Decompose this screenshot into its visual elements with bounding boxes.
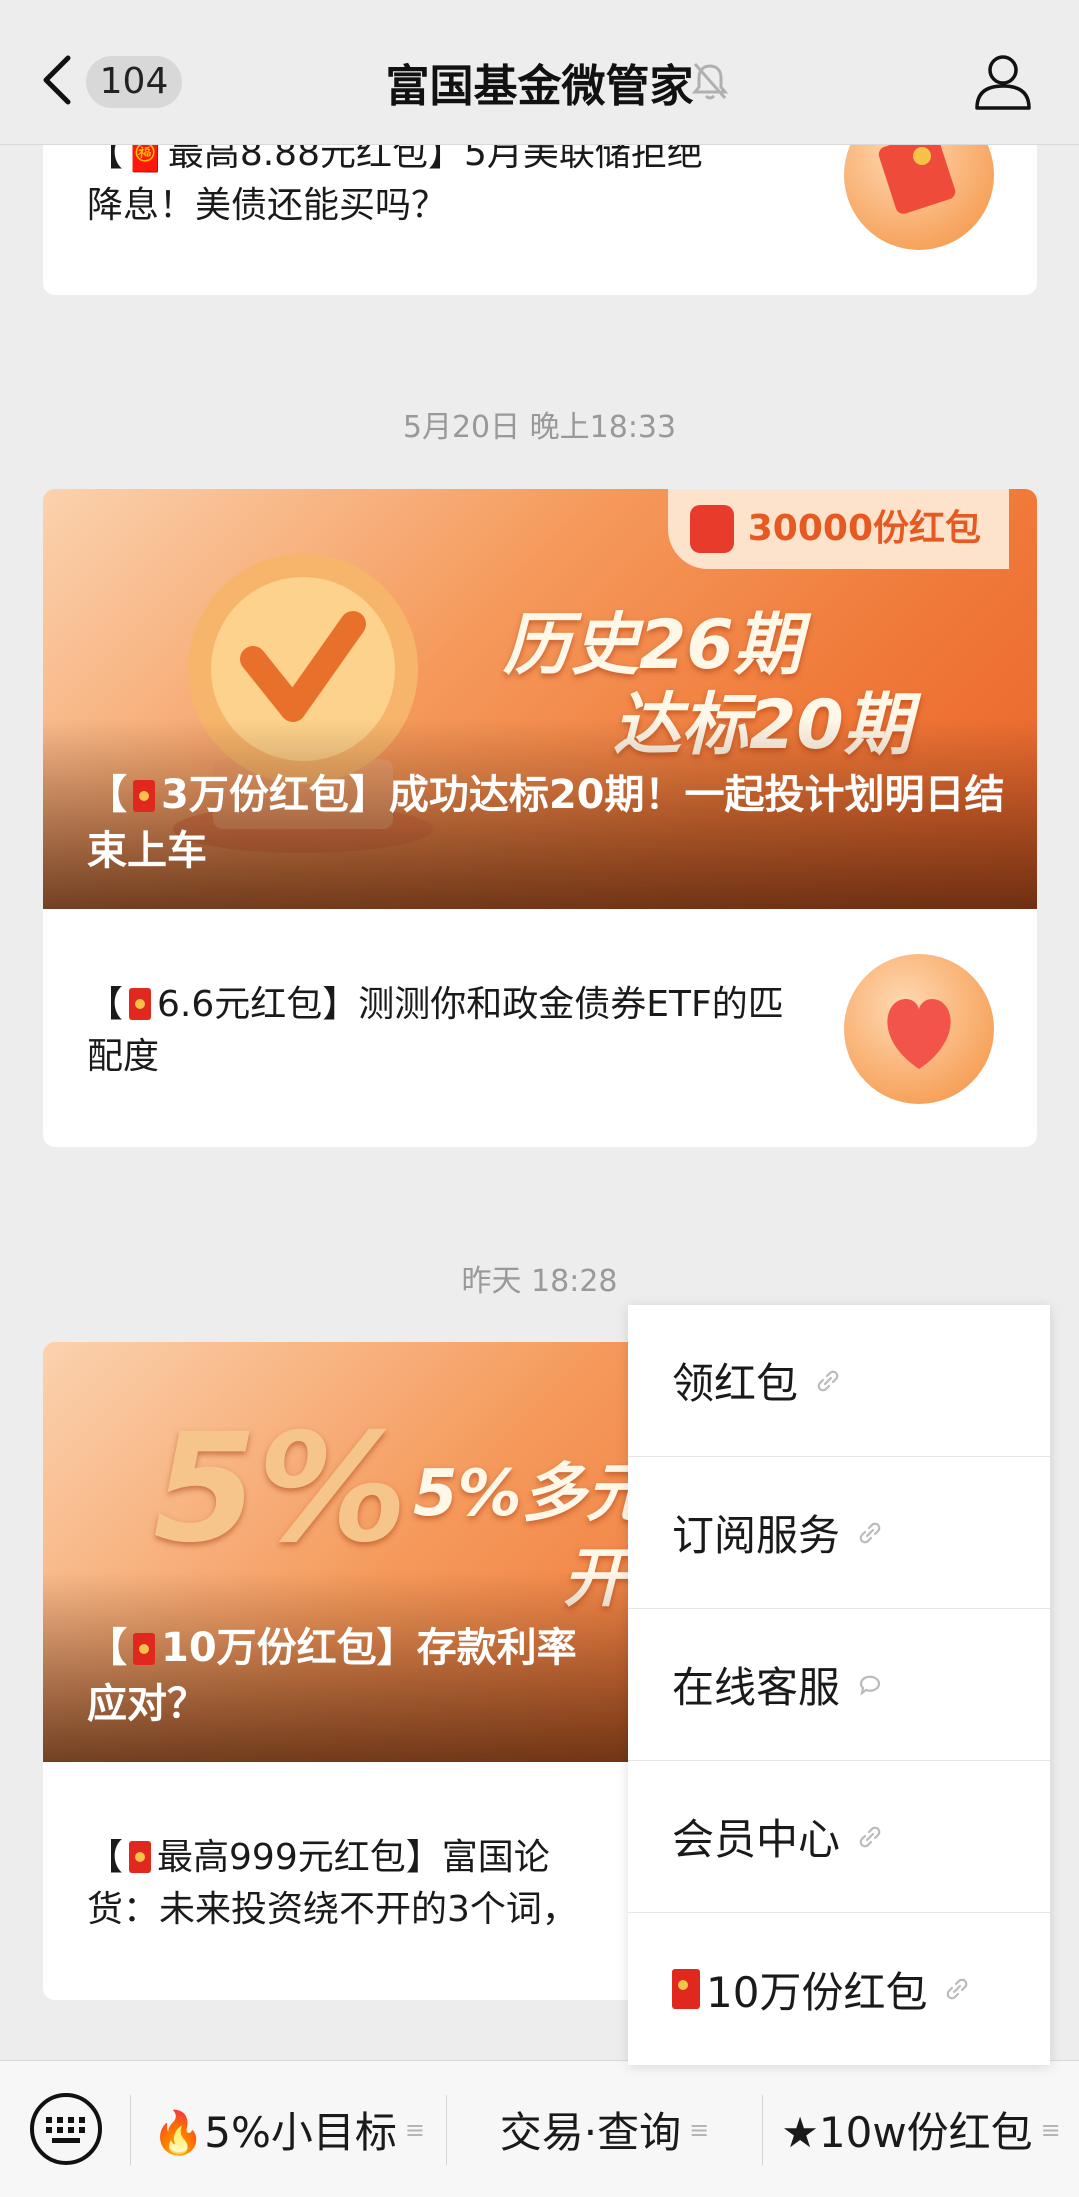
bottom-menu-bar: 🔥5%小目标 ≡ 交易·查询 ≡ ★10w份红包 ≡ <box>0 2060 1079 2197</box>
red-envelope-icon <box>129 1841 152 1873</box>
menu-item-member-center[interactable]: 会员中心 <box>628 1761 1050 1913</box>
mute-bell-icon <box>691 63 729 100</box>
profile-icon[interactable] <box>972 50 1034 112</box>
menu-tab-100k-red-envelopes[interactable]: ★10w份红包 ≡ <box>763 2061 1079 2197</box>
menu-item-subscription[interactable]: 订阅服务 <box>628 1457 1050 1609</box>
red-envelope-icon <box>133 1633 155 1665</box>
page-title: 富国基金微管家 <box>385 61 694 112</box>
message-timestamp: 5月20日 晚上18:33 <box>402 410 677 445</box>
keyboard-icon[interactable] <box>28 2091 104 2167</box>
red-envelope-icon <box>672 1969 700 2009</box>
red-envelope-icon <box>133 780 155 812</box>
link-icon <box>859 1522 881 1543</box>
chat-bubble-icon <box>859 1675 881 1696</box>
chat-header: 104 富国基金微管家 <box>0 0 1079 145</box>
menu-item-100k-red-envelopes[interactable]: 10万份红包 <box>628 1913 1050 2065</box>
sub-article-title[interactable]: 【6.6元红包】测测你和政金债券ETF的匹配度 <box>87 979 787 1083</box>
menu-item-get-red-envelope[interactable]: 领红包 <box>628 1305 1050 1457</box>
service-menu-popup: 领红包 订阅服务 在线客服 会员中心 10万份红包 <box>628 1305 1050 2065</box>
link-icon <box>859 1826 881 1847</box>
article-card[interactable]: 30000份红包 历史26期 达标20期 【3万份红包】成功达标20期！一起投计… <box>43 489 1037 1147</box>
article-title: 【3万份红包】成功达标20期！一起投计划明日结束上车 <box>87 772 1005 874</box>
link-icon <box>817 1370 839 1391</box>
message-timestamp: 昨天 18:28 <box>461 1264 618 1299</box>
menu-item-online-service[interactable]: 在线客服 <box>628 1609 1050 1761</box>
red-envelope-icon <box>689 505 734 553</box>
link-icon <box>947 1978 968 2000</box>
banner-big-number: 5% <box>153 1402 408 1576</box>
article-banner[interactable]: 30000份红包 历史26期 达标20期 【3万份红包】成功达标20期！一起投计… <box>43 489 1037 909</box>
red-envelope-count-pill: 30000份红包 <box>667 489 1009 569</box>
menu-tab-5pct-goal[interactable]: 🔥5%小目标 ≡ <box>131 2061 446 2197</box>
sub-article-thumbnail <box>844 954 994 1104</box>
heart-icon <box>887 999 951 1069</box>
menu-tab-trade-query[interactable]: 交易·查询 ≡ <box>447 2061 762 2197</box>
banner-headline: 5%多元 <box>413 1457 650 1531</box>
red-envelope-icon <box>129 988 152 1020</box>
